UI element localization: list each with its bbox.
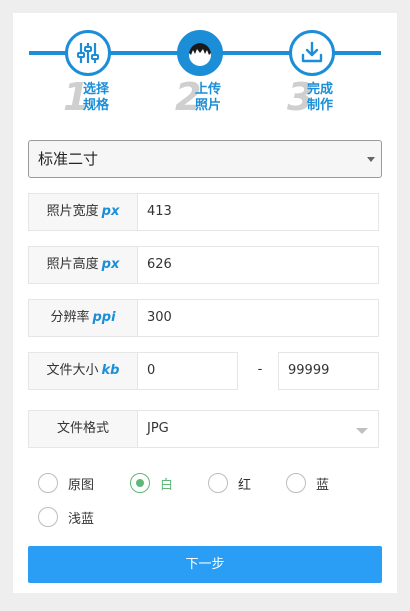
radio-label: 浅蓝 (68, 511, 95, 527)
format-select[interactable]: JPG (138, 410, 379, 448)
radio-label: 白 (160, 477, 174, 493)
range-separator: - (257, 362, 263, 377)
person-head-icon (177, 30, 223, 76)
step-progress: 1 选择 规格 2 上传 照片 3 完成 制作 (13, 13, 397, 123)
filesize-label: 文件大小 kb (28, 352, 138, 390)
step-1[interactable]: 1 选择 规格 (39, 30, 139, 130)
bg-option-original[interactable]: 原图 (38, 472, 94, 494)
spec-select-value: 标准二寸 (38, 150, 99, 168)
radio-circle (208, 473, 228, 493)
filesize-min-input[interactable]: 0 (138, 352, 238, 390)
width-label: 照片宽度 px (28, 193, 138, 231)
bg-option-white[interactable]: 白 (130, 472, 173, 494)
step-label: 选择 规格 (83, 82, 110, 113)
height-input[interactable]: 626 (138, 246, 379, 284)
radio-circle-checked (130, 473, 150, 493)
bg-option-light-blue[interactable]: 浅蓝 (38, 506, 94, 528)
format-label: 文件格式 (28, 410, 138, 448)
height-label: 照片高度 px (28, 246, 138, 284)
width-input[interactable]: 413 (138, 193, 379, 231)
caret-down-icon (356, 428, 368, 434)
filesize-max-input[interactable]: 99999 (278, 352, 379, 390)
caret-down-icon (367, 157, 375, 162)
step-label: 上传 照片 (195, 82, 222, 113)
download-icon (289, 30, 335, 76)
step-label: 完成 制作 (307, 82, 334, 113)
sliders-icon (65, 30, 111, 76)
next-step-button[interactable]: 下一步 (28, 546, 382, 583)
radio-circle (38, 473, 58, 493)
radio-label: 原图 (68, 477, 95, 493)
radio-circle (286, 473, 306, 493)
radio-label: 红 (238, 477, 252, 493)
format-select-value: JPG (147, 421, 169, 436)
bg-option-red[interactable]: 红 (208, 472, 251, 494)
step-2[interactable]: 2 上传 照片 (151, 30, 251, 130)
step-3[interactable]: 3 完成 制作 (263, 30, 363, 130)
radio-label: 蓝 (316, 477, 330, 493)
bg-option-blue[interactable]: 蓝 (286, 472, 329, 494)
radio-circle (38, 507, 58, 527)
photo-spec-card: 1 选择 规格 2 上传 照片 3 完成 制作 标准二寸 照片宽度 px 413… (13, 13, 397, 593)
resolution-input[interactable]: 300 (138, 299, 379, 337)
spec-select[interactable]: 标准二寸 (28, 140, 382, 178)
resolution-label: 分辨率 ppi (28, 299, 138, 337)
